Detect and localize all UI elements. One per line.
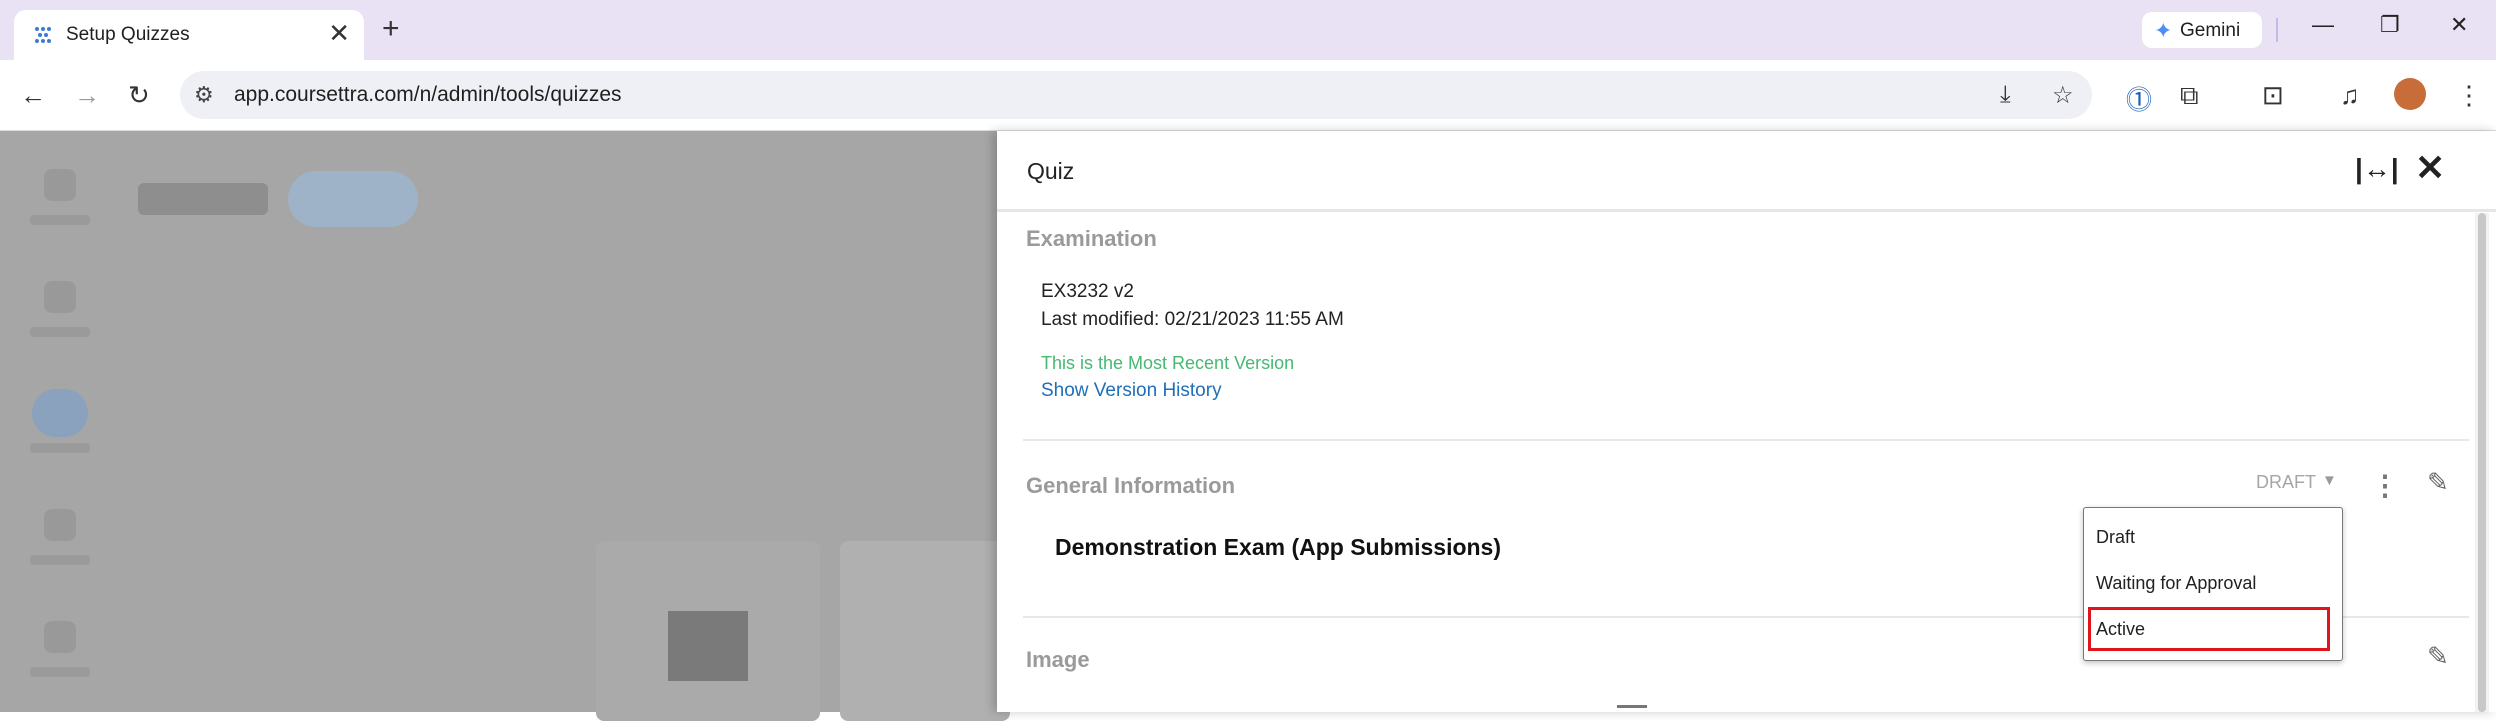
expand-width-icon[interactable]: |↔| bbox=[2355, 153, 2399, 185]
bookmark-star-icon[interactable]: ☆ bbox=[2052, 81, 2074, 110]
image-preview-edge bbox=[1617, 705, 1647, 708]
rail-label bbox=[30, 555, 90, 565]
site-favicon-icon bbox=[35, 27, 51, 43]
address-bar[interactable]: ⚙ app.coursettra.com/n/admin/tools/quizz… bbox=[180, 71, 2092, 119]
rail-users-icon bbox=[44, 621, 76, 653]
profile-avatar[interactable] bbox=[2394, 78, 2426, 110]
browser-menu-icon[interactable]: ⋮ bbox=[2456, 80, 2482, 111]
rail-label bbox=[30, 443, 90, 453]
section-divider bbox=[1023, 439, 2469, 441]
more-options-icon[interactable]: ⋮ bbox=[2371, 469, 2399, 502]
url-text[interactable]: app.coursettra.com/n/admin/tools/quizzes bbox=[234, 83, 622, 107]
quiz-grid-icon bbox=[668, 611, 748, 681]
page-add-chip bbox=[288, 171, 418, 227]
status-option-draft[interactable]: Draft bbox=[2096, 527, 2135, 548]
gemini-label: Gemini bbox=[2180, 20, 2241, 41]
rail-label bbox=[30, 327, 90, 337]
image-section-title: Image bbox=[1026, 647, 1090, 672]
exam-code: EX3232 v2 bbox=[1041, 281, 1134, 302]
edit-image-icon[interactable]: ✎ bbox=[2427, 641, 2449, 672]
tab-title: Setup Quizzes bbox=[66, 24, 190, 45]
rail-quizzes-icon bbox=[32, 389, 88, 437]
rail-label bbox=[30, 215, 90, 225]
site-settings-icon[interactable]: ⚙ bbox=[194, 82, 214, 108]
media-control-icon[interactable]: ♫ bbox=[2340, 80, 2360, 111]
extensions-icon[interactable]: ⧉ bbox=[2180, 80, 2199, 112]
new-tab-button[interactable]: + bbox=[382, 12, 400, 46]
show-version-history-link[interactable]: Show Version History bbox=[1041, 380, 1222, 402]
scrollbar-thumb[interactable] bbox=[2478, 213, 2486, 712]
exam-name: Demonstration Exam (App Submissions) bbox=[1055, 534, 1502, 560]
tab-close-icon[interactable]: ✕ bbox=[328, 18, 350, 49]
rail-groups-icon bbox=[44, 509, 76, 541]
minimize-icon[interactable]: — bbox=[2312, 12, 2334, 38]
browser-toolbar: ← → ↻ ⚙ app.coursettra.com/n/admin/tools… bbox=[0, 60, 2496, 131]
status-menu: Draft Waiting for Approval Active bbox=[2083, 507, 2343, 661]
close-window-icon[interactable]: ✕ bbox=[2450, 12, 2468, 38]
browser-tab-bar: Setup Quizzes ✕ + ✦ Gemini — ❐ ✕ bbox=[0, 0, 2496, 60]
rail-home-icon bbox=[44, 169, 76, 201]
page-heading bbox=[138, 183, 268, 215]
gemini-button[interactable]: ✦ Gemini bbox=[2142, 12, 2262, 48]
quiz-card bbox=[840, 541, 1010, 721]
status-option-active[interactable]: Active bbox=[2096, 619, 2145, 640]
recent-version-note: This is the Most Recent Version bbox=[1041, 353, 1295, 373]
status-option-waiting-for-approval[interactable]: Waiting for Approval bbox=[2096, 573, 2256, 594]
browser-tab[interactable]: Setup Quizzes ✕ bbox=[14, 10, 364, 60]
last-modified: Last modified: 02/21/2023 11:55 AM bbox=[1041, 309, 1344, 330]
forward-icon[interactable]: → bbox=[74, 80, 100, 111]
general-info-section-title: General Information bbox=[1026, 473, 1236, 498]
drawer-header: Quiz |↔| ✕ bbox=[997, 131, 2496, 212]
rail-modules-icon bbox=[44, 281, 76, 313]
drawer-title: Quiz bbox=[1027, 158, 1075, 184]
status-dropdown[interactable]: DRAFT bbox=[2256, 472, 2316, 493]
back-icon[interactable]: ← bbox=[20, 80, 46, 111]
reload-icon[interactable]: ↻ bbox=[128, 80, 150, 111]
install-app-icon[interactable]: ⤓ bbox=[2000, 81, 2011, 109]
gemini-sparkle-icon: ✦ bbox=[2154, 18, 2173, 43]
rail-label bbox=[30, 667, 90, 677]
tab-search-icon[interactable]: ⊡ bbox=[2262, 80, 2284, 111]
status-caret-icon[interactable]: ▼ bbox=[2322, 472, 2337, 489]
restore-window-icon[interactable]: ❐ bbox=[2380, 12, 2400, 38]
close-drawer-icon[interactable]: ✕ bbox=[2415, 147, 2445, 189]
password-manager-icon[interactable]: ⓵ bbox=[2126, 80, 2152, 117]
edit-general-icon[interactable]: ✎ bbox=[2427, 467, 2449, 498]
toolbar-divider bbox=[2276, 18, 2278, 42]
examination-section-title: Examination bbox=[1026, 226, 1157, 251]
